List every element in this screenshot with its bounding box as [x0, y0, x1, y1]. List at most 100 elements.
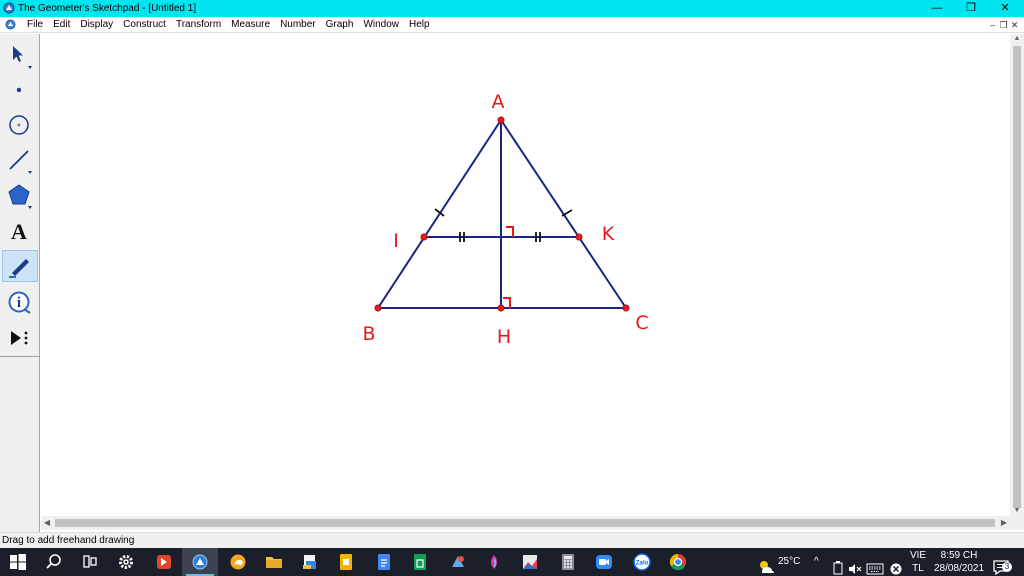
label-a[interactable]: A — [492, 91, 505, 113]
scrollbar-corner — [1010, 516, 1024, 530]
taskbar-sketchpad[interactable] — [182, 548, 218, 576]
doc-minimize-button[interactable]: – — [987, 18, 998, 32]
taskbar-folder[interactable] — [292, 548, 328, 576]
language-indicator-top[interactable]: VIE — [908, 550, 928, 562]
taskbar-app-2[interactable] — [328, 548, 364, 576]
horizontal-scroll-thumb[interactable] — [55, 519, 995, 527]
line-segment-icon — [9, 150, 32, 174]
zoom-icon — [596, 555, 612, 569]
menu-edit[interactable]: Edit — [48, 18, 75, 32]
menu-graph[interactable]: Graph — [321, 18, 359, 32]
scroll-up-arrow-icon[interactable]: ▲ — [1010, 34, 1024, 44]
zalo-label: Zalo — [636, 561, 649, 567]
search-button[interactable] — [36, 548, 72, 576]
menu-window[interactable]: Window — [358, 18, 404, 32]
point-a[interactable] — [497, 116, 505, 124]
taskbar-app-1[interactable] — [146, 548, 182, 576]
title-bar: The Geometer's Sketchpad - [Untitled 1] … — [0, 0, 1024, 17]
sketch-canvas[interactable]: A B C H I K — [41, 34, 1010, 516]
polygon-tool[interactable] — [2, 179, 38, 211]
point-k[interactable] — [575, 233, 583, 241]
text-tool[interactable]: A — [2, 215, 38, 247]
show-hidden-icons-chevron-icon[interactable]: ^ — [814, 556, 819, 568]
restore-button[interactable]: ❐ — [954, 0, 988, 17]
network-disconnected-icon[interactable] — [889, 555, 903, 576]
menu-measure[interactable]: Measure — [226, 18, 275, 32]
vertical-scrollbar[interactable]: ▲ ▼ — [1010, 34, 1024, 516]
point-h[interactable] — [497, 304, 505, 312]
status-bar: Drag to add freehand drawing — [0, 532, 1024, 548]
settings-button[interactable] — [108, 548, 144, 576]
label-c[interactable]: C — [635, 312, 648, 334]
toolbox-divider — [0, 356, 40, 357]
minimize-button[interactable]: — — [920, 0, 954, 17]
document-icon[interactable] — [5, 19, 16, 30]
search-icon — [46, 554, 61, 569]
taskbar-calculator[interactable] — [550, 548, 586, 576]
start-button[interactable] — [0, 548, 36, 576]
language-indicator-bottom[interactable]: TL — [908, 563, 928, 575]
taskbar-docs[interactable] — [366, 548, 402, 576]
sheets-icon — [414, 554, 426, 570]
custom-tool[interactable] — [2, 322, 38, 354]
label-h[interactable]: H — [497, 326, 511, 348]
scroll-right-arrow-icon[interactable]: ▶ — [998, 516, 1010, 530]
keyboard-icon[interactable] — [866, 555, 884, 576]
segment-ac[interactable] — [500, 119, 627, 309]
point-b[interactable] — [374, 304, 382, 312]
volume-muted-icon[interactable] — [848, 555, 862, 576]
folder-icon — [303, 555, 316, 569]
doc-close-button[interactable]: ✕ — [1009, 18, 1020, 32]
zalo-icon: Zalo — [633, 553, 651, 571]
taskbar-zoom[interactable] — [586, 548, 622, 576]
menu-file[interactable]: File — [22, 18, 48, 32]
taskbar-app-3[interactable] — [440, 548, 476, 576]
menu-help[interactable]: Help — [404, 18, 435, 32]
taskbar-chrome[interactable] — [660, 548, 696, 576]
label-i[interactable]: I — [393, 230, 399, 252]
compass-tool[interactable] — [2, 109, 38, 141]
weather-temperature[interactable]: 25°C — [778, 556, 800, 568]
status-text: Drag to add freehand drawing — [2, 535, 135, 546]
arrow-select-tool[interactable] — [2, 40, 38, 72]
information-tool[interactable]: i — [2, 286, 38, 318]
clock-time[interactable]: 8:59 CH — [932, 550, 986, 562]
marker-tool[interactable] — [2, 250, 38, 282]
vertical-scroll-thumb[interactable] — [1013, 46, 1021, 508]
point-i[interactable] — [420, 233, 428, 241]
file-explorer-icon — [266, 557, 282, 568]
weather-icon[interactable] — [756, 553, 776, 576]
scroll-down-arrow-icon[interactable]: ▼ — [1010, 506, 1024, 516]
point-tool[interactable] — [2, 74, 38, 106]
horizontal-scrollbar[interactable]: ◀ ▶ — [41, 516, 1010, 530]
doc-restore-button[interactable]: ❐ — [998, 18, 1009, 32]
task-view-button[interactable] — [72, 548, 108, 576]
taskbar-browser[interactable] — [220, 548, 256, 576]
menu-display[interactable]: Display — [75, 18, 118, 32]
taskbar-image-app[interactable] — [512, 548, 548, 576]
image-icon — [523, 555, 537, 569]
letter-a-icon: A — [11, 219, 27, 244]
battery-icon[interactable] — [832, 554, 844, 576]
point-c[interactable] — [622, 304, 630, 312]
menu-construct[interactable]: Construct — [118, 18, 171, 32]
label-k[interactable]: K — [602, 223, 615, 245]
menu-transform[interactable]: Transform — [171, 18, 226, 32]
taskbar-sheets[interactable] — [402, 548, 438, 576]
taskbar-zalo[interactable]: Zalo — [624, 548, 660, 576]
close-button[interactable]: ✕ — [988, 0, 1022, 17]
scroll-left-arrow-icon[interactable]: ◀ — [41, 516, 53, 530]
clock-date[interactable]: 28/08/2021 — [932, 563, 986, 575]
straightedge-tool[interactable] — [2, 144, 38, 176]
taskbar-file-explorer[interactable] — [256, 548, 292, 576]
task-view-icon — [83, 555, 97, 568]
menu-number[interactable]: Number — [275, 18, 321, 32]
taskbar-app-4[interactable] — [476, 548, 512, 576]
window-title: The Geometer's Sketchpad - [Untitled 1] — [18, 3, 197, 14]
right-angle-mark-upper — [506, 226, 514, 237]
segment-ab[interactable] — [377, 119, 502, 309]
pentagon-icon — [8, 184, 32, 209]
app-icon — [491, 555, 497, 569]
label-b[interactable]: B — [362, 323, 375, 345]
calculator-icon — [562, 554, 574, 570]
